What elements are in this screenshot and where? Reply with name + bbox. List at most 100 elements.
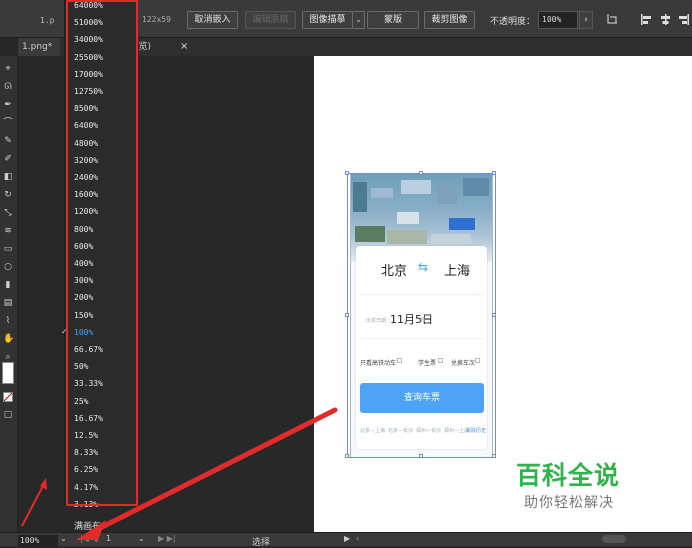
opacity-input[interactable]: 100%: [538, 11, 578, 29]
zoom-option[interactable]: 34000%: [74, 35, 103, 44]
history-item: 郑州—长沙: [416, 428, 442, 434]
to-city: 上海: [444, 264, 471, 279]
mask-button[interactable]: 蒙版: [367, 11, 419, 29]
gradient-tool-icon[interactable]: ▤: [3, 298, 13, 308]
zoom-option[interactable]: 66.67%: [74, 345, 103, 354]
zoom-option[interactable]: 8.33%: [74, 448, 98, 457]
pencil-tool-icon[interactable]: ✎: [3, 136, 13, 146]
rotate-tool-icon[interactable]: ↻: [3, 190, 13, 200]
option-checkbox: [475, 358, 480, 363]
eyedropper-tool-icon[interactable]: ⌇: [3, 316, 13, 326]
align-center-icon[interactable]: [659, 13, 672, 26]
zoom-option[interactable]: 17000%: [74, 70, 103, 79]
curvature-tool-icon[interactable]: ⌒: [3, 118, 13, 128]
crop-image-button[interactable]: 裁剪图像: [424, 11, 475, 29]
zoom-input[interactable]: 100%: [18, 535, 58, 546]
zoom-option[interactable]: 4800%: [74, 139, 98, 148]
transform-icon[interactable]: [606, 13, 619, 26]
status-menu-icon[interactable]: ▶: [344, 534, 350, 543]
linked-file-name: 1.p: [40, 16, 55, 25]
no-color-swatch[interactable]: [3, 392, 13, 402]
ellipse-tool-icon[interactable]: ○: [3, 262, 13, 272]
fit-on-screen-item[interactable]: 满画布: [74, 519, 101, 532]
artboard-number[interactable]: 1: [106, 534, 111, 543]
opacity-slider-toggle[interactable]: ›: [579, 11, 593, 29]
image-trace-dropdown[interactable]: ⌄: [353, 11, 365, 29]
zoom-option[interactable]: 400%: [74, 259, 93, 268]
image-trace-button[interactable]: 图像描摹: [302, 11, 353, 29]
edit-original-button[interactable]: 编辑原稿: [245, 11, 296, 29]
zoom-option[interactable]: 2400%: [74, 173, 98, 182]
history-clear: 清除历史: [466, 428, 487, 434]
zoom-option[interactable]: 12750%: [74, 87, 103, 96]
tab-document-1[interactable]: 1.png*: [18, 38, 60, 56]
date-caption: 出发日期: [366, 318, 387, 324]
horizontal-scrollbar-thumb[interactable]: [602, 535, 626, 543]
zoom-option[interactable]: 50%: [74, 362, 88, 371]
status-bar: 100% ⌄ |◀ ◀ 1 ⌄ ▶ ▶| 选择 ▶ ‹: [0, 532, 692, 548]
width-tool-icon[interactable]: ≋: [3, 226, 13, 236]
swap-icon: ⇆: [418, 260, 429, 274]
image-size: 122x59: [142, 15, 171, 24]
zoom-option[interactable]: 8500%: [74, 104, 98, 113]
zoom-option[interactable]: 800%: [74, 225, 93, 234]
pen-tool-icon[interactable]: ✒: [3, 100, 13, 110]
history-item: 北京—长沙: [388, 428, 414, 434]
zoom-option[interactable]: 6.25%: [74, 465, 98, 474]
zoom-option[interactable]: 200%: [74, 293, 93, 302]
zoom-option[interactable]: 16.67%: [74, 414, 103, 423]
zoom-option[interactable]: 300%: [74, 276, 93, 285]
option-high-speed: 只看高铁动车: [360, 360, 397, 367]
eraser-tool-icon[interactable]: ◧: [3, 172, 13, 182]
zoom-option[interactable]: 6400%: [74, 121, 98, 130]
artboard-next-nav[interactable]: ▶ ▶|: [158, 534, 176, 543]
zoom-option[interactable]: 600%: [74, 242, 93, 251]
unembed-button[interactable]: 取消嵌入: [187, 11, 238, 29]
watermark-title: 百科全说: [516, 461, 621, 490]
opacity-label: 不透明度：: [490, 17, 536, 27]
zoom-option[interactable]: 1600%: [74, 190, 98, 199]
zoom-option[interactable]: 51000%: [74, 18, 103, 27]
selection-tool-icon[interactable]: ⌖: [3, 64, 13, 74]
zoom-option[interactable]: 150%: [74, 311, 93, 320]
departure-weekday: 周一: [420, 318, 431, 324]
zoom-option[interactable]: 33.33%: [74, 379, 103, 388]
artboard-prev-nav[interactable]: |◀ ◀: [80, 534, 98, 543]
zoom-dropdown-caret[interactable]: ⌄: [60, 534, 67, 543]
brush-tool-icon[interactable]: ✐: [3, 154, 13, 164]
zoom-option[interactable]: 1200%: [74, 207, 98, 216]
close-tab-icon[interactable]: ×: [180, 38, 188, 56]
artboard-dropdown-caret[interactable]: ⌄: [138, 534, 145, 543]
scroll-left-icon[interactable]: ‹: [356, 534, 359, 543]
zoom-option[interactable]: 3200%: [74, 156, 98, 165]
lasso-tool-icon[interactable]: ᘏ: [3, 82, 13, 92]
zoom-option[interactable]: 64000%: [74, 1, 103, 10]
zoom-option[interactable]: 3.13%: [74, 500, 98, 509]
option-checkbox: [438, 358, 443, 363]
watermark-subtitle: 助你轻松解决: [524, 495, 614, 511]
zoom-option[interactable]: 25%: [74, 397, 88, 406]
align-left-icon[interactable]: [640, 13, 653, 26]
screen-mode-icon[interactable]: ▢: [3, 410, 13, 420]
fill-color-swatch[interactable]: [2, 362, 14, 384]
divider: [360, 294, 483, 295]
placed-image[interactable]: 北京 ⇆ 上海 出发日期 11月5日 周一 只看高铁动车 学生票 兑换车次 查询…: [350, 173, 493, 458]
option-exchange: 兑换车次: [451, 360, 476, 367]
option-student: 学生票: [418, 360, 437, 367]
zoom-option[interactable]: 12.5%: [74, 431, 98, 440]
search-tickets-button: 查询车票: [360, 383, 484, 413]
tools-panel: ⌖ ᘏ ✒ ⌒ ✎ ✐ ◧ ↻ ⤡ ≋ ▭ ○ ▮ ▤ ⌇ ✋ ⌕ ▢: [0, 56, 18, 532]
history-item: 北京—上海: [360, 428, 386, 434]
scale-tool-icon[interactable]: ⤡: [3, 208, 13, 218]
zoom-option[interactable]: 25500%: [74, 53, 103, 62]
zoom-option[interactable]: 100%: [74, 328, 93, 337]
zoom-tool-icon[interactable]: ⌕: [3, 352, 13, 362]
zoom-option[interactable]: 4.17%: [74, 483, 98, 492]
bar-graph-tool-icon[interactable]: ▮: [3, 280, 13, 290]
rectangle-tool-icon[interactable]: ▭: [3, 244, 13, 254]
divider: [360, 338, 483, 339]
ticket-search-card: 北京 ⇆ 上海 出发日期 11月5日 周一 只看高铁动车 学生票 兑换车次 查询…: [356, 246, 487, 449]
align-right-icon[interactable]: [677, 13, 690, 26]
hand-tool-icon[interactable]: ✋: [3, 334, 14, 344]
option-checkbox: [397, 358, 402, 363]
